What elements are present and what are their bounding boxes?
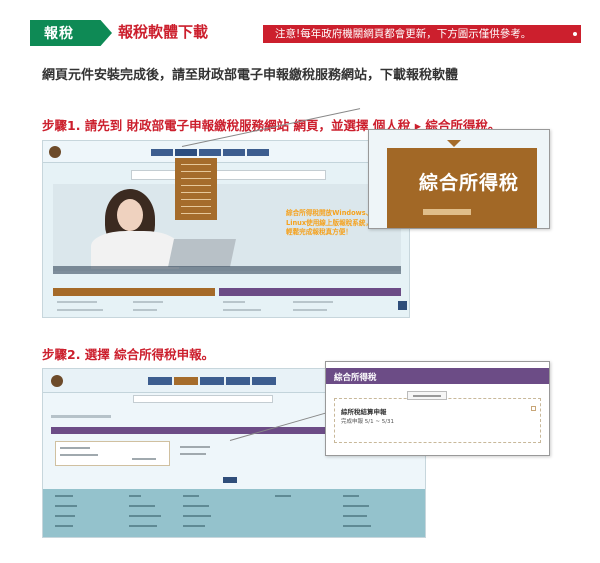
hero-woman-body [91,231,179,269]
screenshot-1-topbar [43,141,409,163]
screenshot-1-individuals-panel [53,288,215,296]
screenshot-1-caption-bar [53,266,401,274]
screenshot-2-other-card [176,441,256,466]
laptop-image [168,239,236,267]
screenshot-2-nav [148,377,276,385]
notice-banner: 注意!每年政府機關網頁都會更新，下方圖示僅供參考。 [263,25,581,43]
screenshot-2-footer [43,489,425,537]
nav-item-personal-tax [174,377,198,385]
screenshot-2-more-button [223,477,237,483]
screenshot-1-search-box [131,170,326,180]
zoom-callout-2-card-title: 綜所稅結算申報 [341,408,387,416]
screenshot-1-link-lines [53,298,401,317]
zoom-callout-2: 綜合所得稅 綜所稅結算申報 完成申報 5/1 ~ 5/31 [325,361,550,456]
zoom-callout-2-card: 綜所稅結算申報 完成申報 5/1 ~ 5/31 [334,391,541,443]
screenshot-2-breadcrumb [51,415,111,418]
zoom-callout-1-next-item [423,209,471,215]
nav-item [226,377,250,385]
ministry-logo-icon [51,375,63,387]
screenshot-1-organizations-panel [219,288,401,296]
zoom-callout-2-tooltip [407,391,447,400]
nav-item [223,149,245,156]
nav-item [148,377,172,385]
screenshot-2-income-tax-card [55,441,170,466]
section-tag-label: 報稅 [44,26,74,42]
section-tag: 報稅 [30,20,112,46]
dropdown-arrow-icon [447,140,461,147]
nav-item [200,377,224,385]
screenshot-1: 綜合所得稅開放Windows、Mac、Linux使用線上版報稅系統，免下載軟體輕… [42,140,410,318]
nav-item [247,149,269,156]
screenshot-1-dropdown-menu [175,158,217,220]
nav-item [199,149,221,156]
zoom-callout-2-header-label: 綜合所得稅 [334,373,377,383]
zoom-callout-1: 綜合所得稅 [368,129,550,229]
nav-item [151,149,173,156]
nav-item [252,377,276,385]
ministry-logo-icon [49,146,61,158]
zoom-callout-2-card-subtitle: 完成申報 5/1 ~ 5/31 [341,419,395,425]
zoom-callout-2-header: 綜合所得稅 [326,368,549,384]
hero-woman-face [117,199,143,231]
page-title: 報稅軟體下載 [118,23,209,41]
screenshot-1-nav [151,149,269,156]
scroll-to-top-button [398,301,407,310]
intro-text: 網頁元件安裝完成後，請至財政部電子申報繳稅服務網站，下載報稅軟體 [42,68,459,83]
zoom-callout-1-label: 綜合所得稅 [419,172,520,194]
zoom-callout-1-menu: 綜合所得稅 [387,148,537,228]
step-2-label: 步驟2. 選擇 綜合所得稅申報。 [42,347,215,362]
nav-item-personal-tax [175,149,197,156]
screenshot-2-search-box [133,395,273,403]
link-icon [531,406,536,411]
